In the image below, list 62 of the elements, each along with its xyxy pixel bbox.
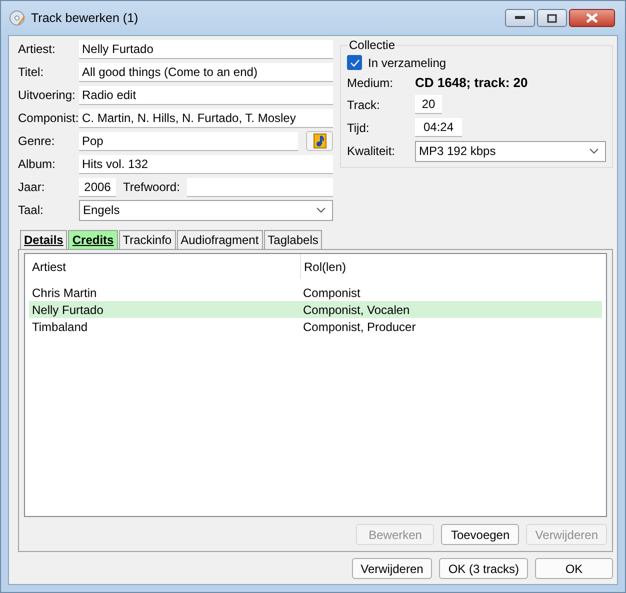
field-label: Artiest: (18, 42, 56, 56)
field-label: Tijd: (347, 120, 370, 134)
table-cell-text: Timbaland (31, 320, 89, 334)
tab[interactable]: Trackinfo (118, 230, 176, 249)
input-field[interactable]: Hits vol. 132 (79, 154, 333, 174)
year-field[interactable]: 2006 (79, 178, 116, 196)
keyword-field[interactable] (186, 178, 333, 196)
checkbox[interactable] (347, 55, 362, 70)
checkbox-label: In verzameling (368, 56, 446, 70)
list-row[interactable]: Nelly Furtado Componist, Vocalen (29, 301, 602, 318)
maximize-button[interactable] (537, 9, 567, 27)
field-label: Jaar: (18, 180, 46, 194)
tab[interactable]: Audiofragment (176, 230, 263, 249)
minimize-icon (515, 16, 525, 20)
group-title: Collectie (347, 38, 398, 52)
chevron-down-icon (589, 148, 599, 154)
time-field[interactable]: 04:24 (415, 118, 462, 137)
track-field[interactable]: 20 (415, 95, 442, 114)
column-header[interactable]: Rol(len) (300, 254, 602, 279)
close-button[interactable] (569, 9, 615, 27)
dialog-button[interactable]: Verwijderen (352, 558, 432, 579)
input-field[interactable]: Radio edit (79, 86, 333, 104)
close-icon (586, 13, 598, 23)
field-label: Album: (18, 157, 56, 171)
table-cell-text: Nelly Furtado (31, 302, 104, 316)
input-field[interactable]: C. Martin, N. Hills, N. Furtado, T. Mosley (79, 108, 333, 128)
music-note-button[interactable] (306, 131, 333, 151)
table-cell-text: Componist (302, 286, 362, 300)
field-label: Taal: (18, 203, 44, 217)
table-cell-text: Componist, Vocalen (302, 302, 411, 316)
field-label: Kwaliteit: (347, 144, 396, 158)
input-field[interactable]: Pop (79, 132, 298, 150)
column-header[interactable]: Artiest (29, 254, 300, 279)
field-label: Uitvoering: (18, 88, 76, 102)
dialog-button[interactable]: OK (535, 558, 613, 579)
tab[interactable]: Credits (68, 230, 118, 249)
chevron-down-icon (316, 207, 326, 213)
medium-value: CD 1648; track: 20 (415, 75, 528, 90)
field-label: Medium: (347, 76, 394, 90)
field-label: Genre: (18, 134, 56, 148)
check-icon (350, 58, 360, 67)
minimize-button[interactable] (505, 9, 535, 27)
field-label: Track: (347, 98, 381, 112)
field-label: Trefwoord: (123, 180, 180, 194)
table-cell-text: Componist, Producer (302, 320, 417, 334)
table-cell-text: Chris Martin (31, 286, 98, 300)
list-row[interactable]: Chris Martin Componist (29, 284, 602, 301)
tab[interactable]: Taglabels (264, 230, 322, 249)
window-title: Track bewerken (1) (31, 11, 140, 25)
dropdown[interactable]: Engels (79, 200, 333, 220)
maximize-icon (547, 14, 557, 22)
field-label: Titel: (18, 65, 45, 79)
dropdown[interactable]: MP3 192 kbps (415, 140, 606, 162)
input-field[interactable]: All good things (Come to an end) (79, 62, 333, 82)
list-button[interactable]: Toevoegen (441, 524, 520, 545)
field-label: Componist: (18, 111, 79, 125)
input-field[interactable]: Nelly Furtado (79, 40, 333, 58)
music-note-icon (312, 133, 326, 149)
disc-icon (9, 10, 25, 26)
tab[interactable]: Details (20, 230, 68, 249)
list-row[interactable]: Timbaland Componist, Producer (29, 318, 602, 335)
dialog-button[interactable]: OK (3 tracks) (439, 558, 528, 579)
